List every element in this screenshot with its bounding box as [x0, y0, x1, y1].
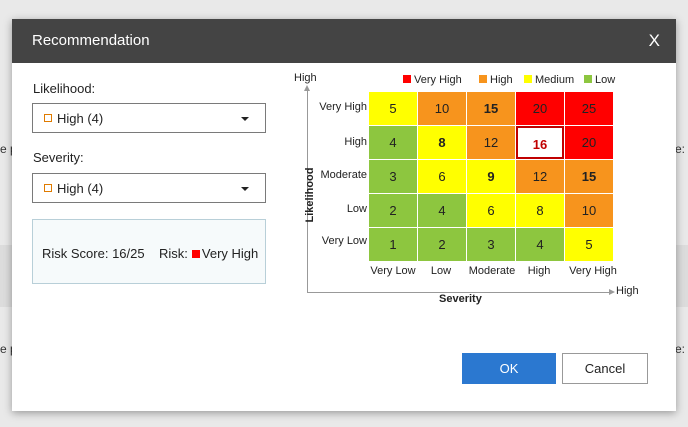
orange-square-icon — [44, 184, 52, 192]
legend-label: High — [490, 74, 513, 86]
matrix-cell[interactable]: 2 — [369, 194, 417, 227]
matrix-cell[interactable]: 8 — [418, 126, 466, 159]
column-label: Very High — [569, 265, 617, 277]
matrix-cell[interactable]: 5 — [565, 228, 613, 261]
dialog-titlebar: Recommendation X — [12, 19, 676, 63]
risk-prefix: Risk: — [159, 246, 188, 261]
matrix-cell[interactable]: 3 — [467, 228, 515, 261]
row-label: Moderate — [320, 169, 367, 181]
matrix-cell[interactable]: 5 — [369, 92, 417, 125]
risk-level: Risk: Very High — [159, 246, 258, 261]
dialog-title: Recommendation — [32, 32, 150, 49]
x-axis-title: Severity — [439, 293, 482, 305]
matrix-cell[interactable]: 6 — [467, 194, 515, 227]
matrix-cell[interactable]: 20 — [516, 92, 564, 125]
row-label: Low — [346, 203, 367, 215]
matrix-cell[interactable]: 9 — [467, 160, 515, 193]
arrow-up-icon — [304, 85, 310, 91]
matrix-cell[interactable]: 2 — [418, 228, 466, 261]
matrix-cell[interactable]: 20 — [565, 126, 613, 159]
risk-score-panel: Risk Score: 16/25 Risk: Very High — [32, 219, 266, 284]
legend-swatch — [479, 75, 487, 83]
matrix-cell[interactable]: 10 — [565, 194, 613, 227]
legend-item: Very High — [403, 74, 462, 86]
risk-color-square — [191, 250, 200, 258]
chevron-down-icon — [241, 117, 249, 121]
background-text-fragment: e: — [675, 342, 686, 356]
legend-swatch — [524, 75, 532, 83]
recommendation-dialog: Recommendation X Likelihood: High (4) Se… — [12, 19, 676, 411]
matrix-cell[interactable]: 15 — [565, 160, 613, 193]
severity-select[interactable]: High (4) — [32, 173, 266, 203]
matrix-cell[interactable]: 4 — [369, 126, 417, 159]
matrix-cell[interactable]: 12 — [516, 160, 564, 193]
matrix-cell[interactable]: 12 — [467, 126, 515, 159]
severity-label: Severity: — [33, 150, 84, 165]
likelihood-label: Likelihood: — [33, 81, 96, 96]
likelihood-select[interactable]: High (4) — [32, 103, 266, 133]
legend-item: Low — [584, 74, 615, 86]
ok-button[interactable]: OK — [462, 353, 556, 384]
legend-label: Medium — [535, 74, 575, 86]
legend-label: Low — [595, 74, 616, 86]
risk-matrix-grid: 5 10 15 20 25 4 8 12 16 20 3 6 9 12 15 2 4 6 8 10 1 2 3 4 5 — [369, 92, 614, 262]
cancel-button[interactable]: Cancel — [562, 353, 648, 384]
matrix-cell[interactable]: 1 — [369, 228, 417, 261]
legend-item: High — [479, 74, 513, 86]
matrix-cell[interactable]: 10 — [418, 92, 466, 125]
row-label: Very Low — [321, 235, 367, 247]
orange-square-icon — [44, 114, 52, 122]
y-axis-top-label: High — [294, 72, 317, 84]
arrow-right-icon — [609, 289, 615, 295]
row-label: High — [344, 136, 367, 148]
column-label: High — [527, 265, 551, 277]
background-panel-left — [0, 245, 12, 307]
background-panel-right — [676, 245, 688, 307]
legend-swatch — [403, 75, 411, 83]
risk-level-text: Very High — [201, 246, 259, 261]
row-label: Very High — [319, 101, 367, 113]
legend-label: Very High — [414, 74, 462, 86]
x-axis-right-label: High — [616, 285, 639, 297]
matrix-cell[interactable]: 25 — [565, 92, 613, 125]
risk-score-text: Risk Score: 16/25 — [42, 246, 145, 261]
legend-item: Medium — [524, 74, 574, 86]
legend-swatch — [584, 75, 592, 83]
likelihood-value: High (4) — [57, 111, 104, 126]
matrix-cell[interactable]: 3 — [369, 160, 417, 193]
matrix-cell[interactable]: 15 — [467, 92, 515, 125]
matrix-cell[interactable]: 6 — [418, 160, 466, 193]
matrix-cell[interactable]: 8 — [516, 194, 564, 227]
close-icon[interactable]: X — [649, 31, 660, 51]
matrix-cell[interactable]: 4 — [418, 194, 466, 227]
chevron-down-icon — [241, 187, 249, 191]
matrix-cell[interactable]: 4 — [516, 228, 564, 261]
matrix-cell[interactable]: 16 — [516, 126, 564, 159]
background-text-fragment: e: — [675, 142, 686, 156]
severity-value: High (4) — [57, 181, 104, 196]
